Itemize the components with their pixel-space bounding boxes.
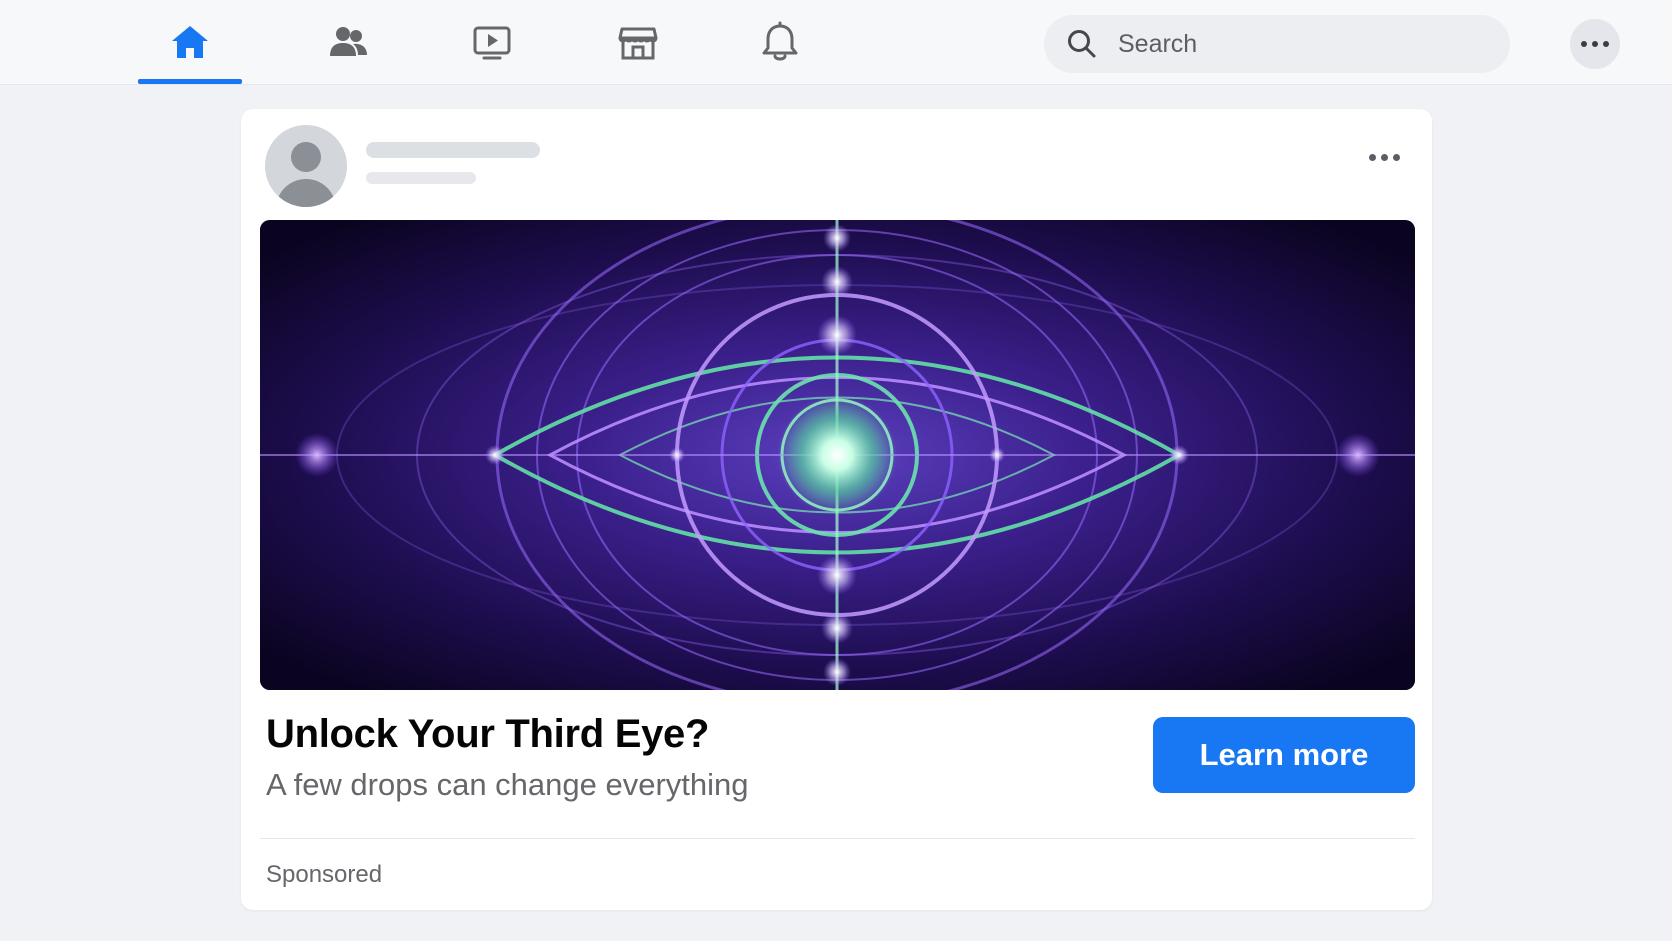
tab-marketplace[interactable] bbox=[586, 0, 690, 84]
tab-watch[interactable] bbox=[440, 0, 544, 84]
author-name-placeholder bbox=[366, 142, 540, 158]
learn-more-button[interactable]: Learn more bbox=[1153, 717, 1415, 793]
friends-icon bbox=[330, 27, 367, 56]
search-bar[interactable] bbox=[1044, 15, 1510, 73]
notifications-icon bbox=[762, 21, 798, 61]
more-options-icon bbox=[1368, 153, 1400, 161]
ad-description: A few drops can change everything bbox=[266, 767, 749, 802]
search-icon bbox=[1068, 30, 1096, 58]
sponsored-post-card: Unlock Your Third Eye? A few drops can c… bbox=[241, 109, 1432, 910]
search-input[interactable] bbox=[1116, 28, 1480, 60]
sponsored-label: Sponsored bbox=[266, 861, 383, 888]
ad-image[interactable] bbox=[260, 220, 1415, 690]
tab-home[interactable] bbox=[138, 0, 242, 84]
post-meta-placeholder bbox=[366, 172, 476, 184]
divider bbox=[260, 838, 1415, 839]
tab-notifications[interactable] bbox=[728, 0, 832, 84]
post-options-button[interactable] bbox=[1359, 139, 1409, 175]
marketplace-icon bbox=[618, 27, 658, 60]
home-icon bbox=[172, 26, 208, 58]
default-avatar-icon[interactable] bbox=[265, 125, 347, 207]
tab-friends[interactable] bbox=[296, 0, 400, 84]
ad-headline: Unlock Your Third Eye? bbox=[266, 712, 710, 756]
third-eye-artwork bbox=[260, 220, 1415, 690]
top-navigation-bar bbox=[0, 0, 1672, 85]
more-options-icon bbox=[1581, 41, 1609, 47]
more-options-button[interactable] bbox=[1570, 19, 1620, 69]
watch-icon bbox=[473, 26, 511, 60]
